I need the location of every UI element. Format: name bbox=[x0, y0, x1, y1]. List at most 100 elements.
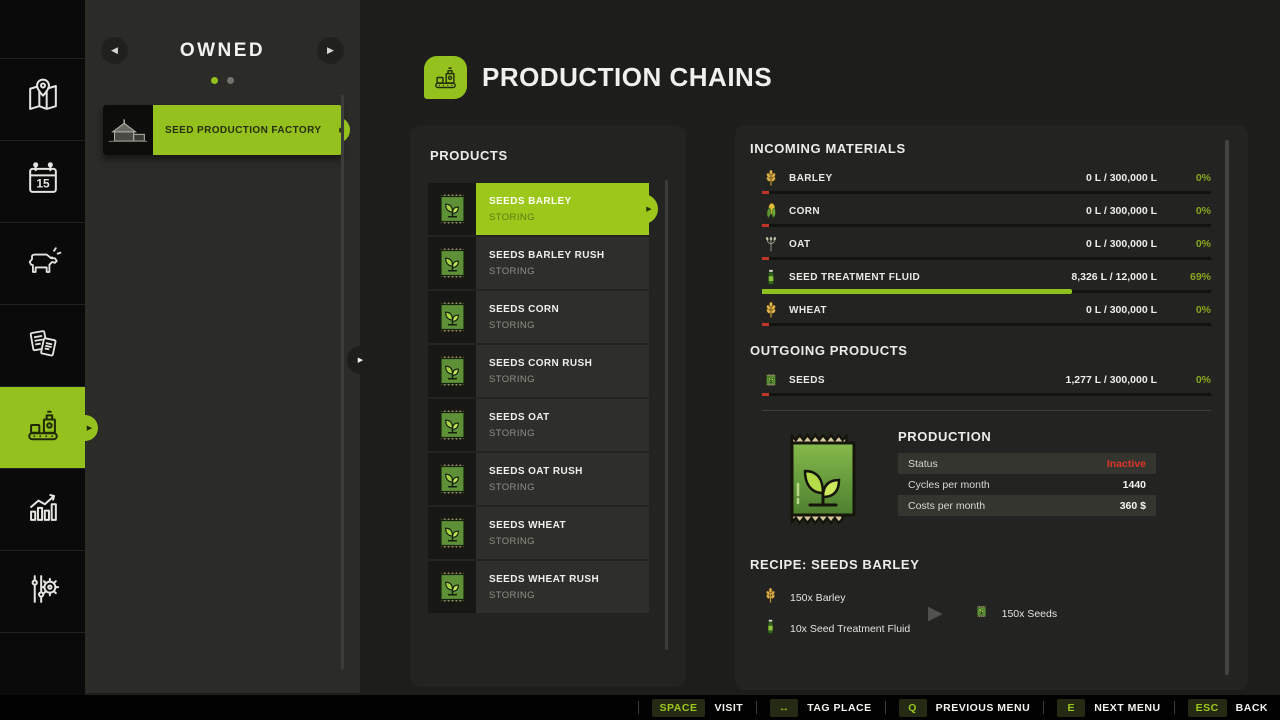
key-badge[interactable]: Q bbox=[898, 698, 927, 717]
material-percent: 0% bbox=[1195, 172, 1211, 184]
recipe-output: 150x Seeds bbox=[973, 603, 1057, 625]
calendar-icon: 15 bbox=[21, 157, 65, 206]
keybind-label: PREVIOUS MENU bbox=[935, 701, 1031, 714]
material-amount: 0 L / 300,000 L bbox=[1085, 172, 1157, 184]
production-row-label: Cycles per month bbox=[908, 478, 990, 491]
material-name: SEEDS bbox=[789, 374, 825, 386]
products-scrollbar[interactable] bbox=[665, 180, 668, 650]
settings-icon bbox=[21, 567, 65, 616]
sidebar-item[interactable]: ▶ bbox=[0, 58, 85, 140]
production-row-label: Costs per month bbox=[908, 499, 986, 512]
product-item[interactable]: SEEDS WHEAT RUSH STORING ▶ bbox=[428, 561, 649, 613]
seed-packet-icon bbox=[428, 561, 476, 613]
keybind-list: SPACE VISIT ↔ TAG PLACE Q PREVIOUS MENU … bbox=[625, 698, 1268, 717]
collapse-panel-button[interactable]: ▶ bbox=[347, 346, 374, 374]
product-state: STORING bbox=[489, 373, 535, 385]
product-state: STORING bbox=[489, 319, 535, 331]
sidebar-item[interactable]: ▶ bbox=[0, 468, 85, 550]
sidebar-item[interactable]: ▶ bbox=[0, 550, 85, 633]
details-scrollbar[interactable] bbox=[1225, 140, 1229, 675]
recipe-output-text: 150x Seeds bbox=[1001, 607, 1058, 620]
next-page-button[interactable]: ▶ bbox=[316, 37, 344, 64]
product-item[interactable]: SEEDS CORN RUSH STORING ▶ bbox=[428, 345, 649, 397]
page-dot-active bbox=[211, 77, 218, 84]
page-dot bbox=[227, 77, 234, 84]
recipe-input-text: 150x Barley bbox=[790, 592, 846, 604]
sidebar-item[interactable]: ▶ bbox=[0, 222, 85, 304]
oat-icon bbox=[762, 235, 780, 253]
progress-bar bbox=[762, 289, 1211, 294]
progress-bar bbox=[762, 224, 1211, 227]
material-percent: 69% bbox=[1189, 271, 1211, 283]
material-row: SEED TREATMENT FLUID 8,326 L / 12,000 L … bbox=[750, 267, 1211, 294]
incoming-title: INCOMING MATERIALS bbox=[750, 141, 906, 156]
recipe-input: 150x Barley bbox=[762, 587, 928, 609]
product-item[interactable]: SEEDS BARLEY STORING ▶ bbox=[428, 183, 658, 235]
production-row-value: 360 $ bbox=[1119, 499, 1146, 512]
recipe-title: RECIPE: SEEDS BARLEY bbox=[750, 557, 920, 572]
production-table-row: Status Inactive bbox=[898, 453, 1156, 474]
incoming-list: BARLEY 0 L / 300,000 L 0% CORN 0 L / 300… bbox=[750, 168, 1211, 326]
material-percent: 0% bbox=[1195, 205, 1211, 217]
barley-icon bbox=[762, 587, 779, 609]
product-item[interactable]: SEEDS BARLEY RUSH STORING ▶ bbox=[428, 237, 649, 289]
contracts-icon bbox=[21, 321, 65, 370]
svg-text:15: 15 bbox=[36, 177, 50, 191]
material-row: CORN 0 L / 300,000 L 0% bbox=[750, 201, 1211, 227]
product-image bbox=[784, 427, 862, 531]
keybind-label: VISIT bbox=[714, 701, 744, 714]
key-badge[interactable]: E bbox=[1057, 698, 1086, 717]
product-item[interactable]: SEEDS CORN STORING ▶ bbox=[428, 291, 649, 343]
production-table-row: Costs per month 360 $ bbox=[898, 495, 1156, 516]
product-state: STORING bbox=[489, 589, 535, 601]
material-amount: 0 L / 300,000 L bbox=[1085, 238, 1157, 250]
material-percent: 0% bbox=[1195, 374, 1211, 386]
keybind[interactable]: Q PREVIOUS MENU bbox=[872, 698, 1031, 717]
sidebar-item[interactable]: 15 ▶ bbox=[0, 140, 85, 222]
prev-page-button[interactable]: ◀ bbox=[101, 37, 128, 64]
wheat-icon bbox=[762, 301, 780, 319]
recipe-arrow-icon: ▶ bbox=[928, 603, 943, 624]
keybind[interactable]: E NEXT MENU bbox=[1030, 698, 1160, 717]
keybind-label: TAG PLACE bbox=[807, 701, 872, 714]
material-percent: 0% bbox=[1195, 304, 1211, 316]
production-row-value: 1440 bbox=[1122, 478, 1146, 491]
keybind[interactable]: ↔ TAG PLACE bbox=[743, 698, 872, 717]
seeds-icon bbox=[973, 603, 990, 625]
products-title: PRODUCTS bbox=[430, 148, 508, 163]
production-row-value: Inactive bbox=[1106, 457, 1146, 470]
product-name: SEEDS OAT RUSH bbox=[489, 465, 583, 477]
seeds-icon bbox=[762, 371, 780, 389]
keybind[interactable]: ESC BACK bbox=[1161, 698, 1268, 717]
progress-bar bbox=[762, 191, 1211, 194]
sidebar-item[interactable]: ▶ bbox=[0, 386, 98, 468]
sidebar-item[interactable]: ▶ bbox=[0, 304, 85, 386]
section-divider bbox=[762, 410, 1211, 411]
progress-bar bbox=[762, 257, 1211, 260]
selected-arrow-icon: ▶ bbox=[640, 194, 658, 224]
product-item[interactable]: SEEDS WHEAT STORING ▶ bbox=[428, 507, 649, 559]
product-name: SEEDS OAT bbox=[489, 411, 550, 423]
key-badge[interactable]: ESC bbox=[1187, 698, 1227, 717]
building-name: SEED PRODUCTION FACTORY bbox=[153, 105, 342, 155]
owned-scrollbar[interactable] bbox=[341, 95, 344, 670]
production-chains-screen: ▶ 15 ▶ ▶ ▶ bbox=[0, 0, 1280, 720]
progress-bar bbox=[762, 393, 1211, 396]
outgoing-list: SEEDS 1,277 L / 300,000 L 0% bbox=[750, 370, 1211, 396]
fluid-icon bbox=[762, 268, 780, 286]
products-panel: PRODUCTS SEEDS BARLEY STORING ▶ SEEDS BA… bbox=[410, 125, 686, 687]
statistics-icon bbox=[21, 485, 65, 534]
keybind[interactable]: SPACE VISIT bbox=[625, 698, 744, 717]
material-name: OAT bbox=[789, 238, 811, 250]
key-badge[interactable]: SPACE bbox=[651, 698, 706, 717]
product-item[interactable]: SEEDS OAT STORING ▶ bbox=[428, 399, 649, 451]
product-state: STORING bbox=[489, 427, 535, 439]
page-title: PRODUCTION CHAINS bbox=[482, 62, 773, 92]
product-item[interactable]: SEEDS OAT RUSH STORING ▶ bbox=[428, 453, 649, 505]
product-state: STORING bbox=[489, 211, 535, 223]
material-row: OAT 0 L / 300,000 L 0% bbox=[750, 234, 1211, 260]
keybind-bar: SPACE VISIT ↔ TAG PLACE Q PREVIOUS MENU … bbox=[0, 695, 1280, 720]
owned-panel: ◀ OWNED ▶ SEED PRODUCTION FACTORY ▶ bbox=[85, 0, 360, 693]
key-badge[interactable]: ↔ bbox=[770, 698, 799, 717]
building-item[interactable]: SEED PRODUCTION FACTORY ▶ bbox=[103, 105, 350, 155]
